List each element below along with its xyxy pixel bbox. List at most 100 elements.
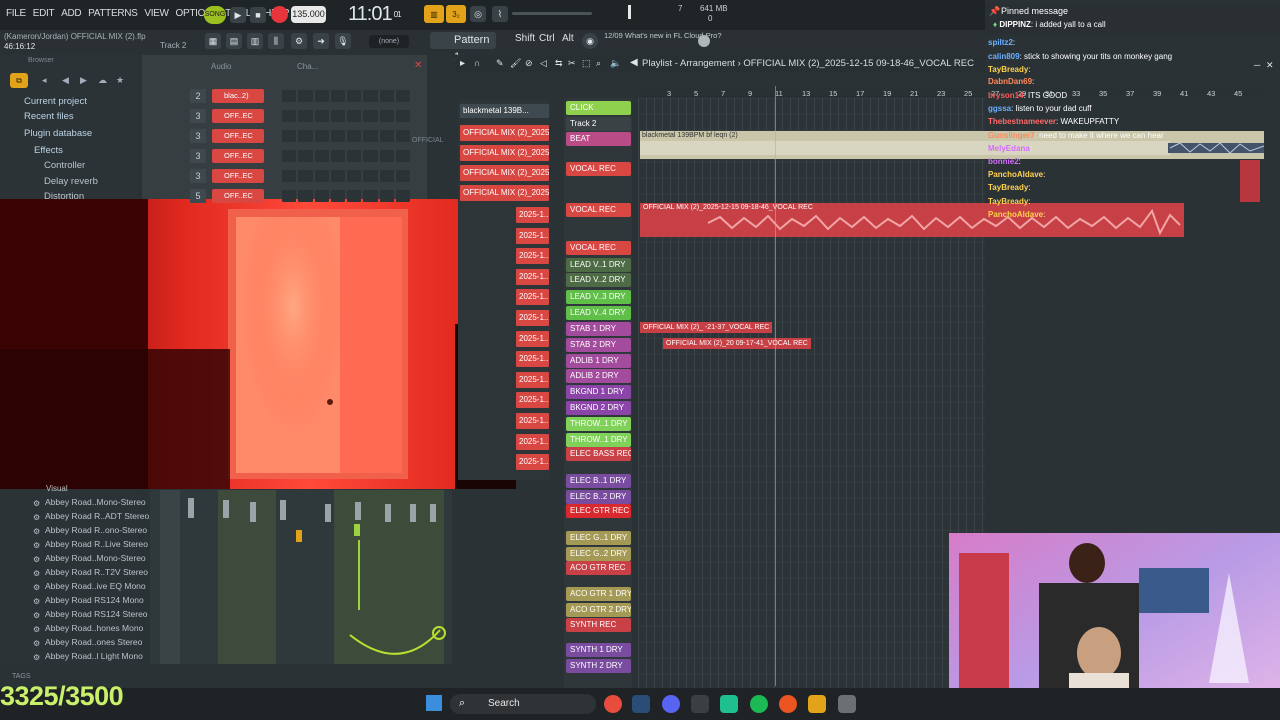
track-header[interactable]: BKGND 2 DRY	[566, 401, 631, 415]
slice-tool-icon[interactable]: ✂	[568, 58, 576, 69]
windows-start-icon[interactable]	[426, 695, 442, 711]
step-button[interactable]	[347, 150, 362, 162]
step-button[interactable]	[395, 150, 410, 162]
menu-view[interactable]: VIEW	[142, 8, 170, 19]
browser-item-controller[interactable]: Controller	[44, 160, 85, 171]
track-header[interactable]: ACO GTR 1 DRY	[566, 587, 631, 601]
step-button[interactable]	[347, 190, 362, 202]
browser-item-recent-files[interactable]: Recent files	[24, 111, 74, 122]
step-button[interactable]	[314, 130, 329, 142]
chat-username[interactable]: PanchoAldave	[988, 170, 1043, 179]
step-button[interactable]	[330, 150, 345, 162]
chat-username[interactable]: TayBready	[988, 197, 1028, 206]
piano-roll-icon[interactable]: ▤	[226, 33, 242, 49]
channel-rack-close-icon[interactable]: ✕	[414, 60, 422, 71]
step-button[interactable]	[363, 170, 378, 182]
chat-username[interactable]: bryson14	[988, 91, 1024, 100]
mic-icon[interactable]: 🎙	[335, 33, 351, 49]
alt-modifier[interactable]: Alt	[562, 33, 574, 44]
step-button[interactable]	[282, 90, 297, 102]
fx-plugin-item[interactable]: Abbey Road R..Live Stereo	[45, 539, 148, 549]
stab2-audio-clip[interactable]: OFFICIAL MIX (2)_20 09-17-41_VOCAL REC	[663, 338, 811, 349]
song-mode-toggle[interactable]: SONG	[204, 6, 226, 24]
clip-item[interactable]: 2025-1..	[516, 454, 549, 471]
channel-number[interactable]: 3	[190, 129, 206, 143]
channel-name-button[interactable]: OFF..EC	[212, 109, 264, 123]
step-button[interactable]	[363, 130, 378, 142]
chat-username[interactable]: TayBready	[988, 183, 1028, 192]
chat-username[interactable]: spiltz2	[988, 38, 1013, 47]
clip-item[interactable]: 2025-1..	[516, 310, 549, 326]
select-tool-icon[interactable]: ⬚	[582, 58, 591, 69]
slip-tool-icon[interactable]: ⇆	[555, 58, 563, 69]
track-header[interactable]: ACO GTR 2 DRY	[566, 603, 631, 617]
playlist-window-icon[interactable]: ▦	[205, 33, 221, 49]
step-button[interactable]	[347, 170, 362, 182]
step-button[interactable]	[363, 190, 378, 202]
forward-icon[interactable]: ▶	[80, 75, 87, 86]
track-header[interactable]: ELEC GTR REC	[566, 504, 631, 518]
step-button[interactable]	[298, 190, 313, 202]
step-sequencer-row[interactable]	[282, 170, 410, 182]
arrow-icon[interactable]: ➜	[313, 33, 329, 49]
track-header[interactable]: VOCAL REC	[566, 203, 631, 217]
track-header[interactable]: LEAD V..2 DRY	[566, 273, 631, 287]
chrome-icon[interactable]	[604, 695, 622, 713]
step-button[interactable]	[314, 150, 329, 162]
playlist-arrow-icon[interactable]: ▸	[460, 58, 465, 69]
channel-name-button[interactable]: OFF..EC	[212, 189, 264, 203]
channel-number[interactable]: 3	[190, 169, 206, 183]
playback-tool-icon[interactable]: 🔈	[610, 58, 621, 69]
step-button[interactable]	[298, 150, 313, 162]
clip-item[interactable]: 2025-1..	[516, 248, 549, 265]
playlist-grid[interactable]	[638, 98, 985, 688]
step-button[interactable]	[330, 90, 345, 102]
shift-modifier[interactable]: Shift	[515, 33, 535, 44]
chat-app-icon[interactable]	[720, 695, 738, 713]
window-minimize-icon[interactable]: ─	[1254, 60, 1260, 70]
browser-options-icon[interactable]: ⧉	[10, 73, 28, 88]
fx-plugin-item[interactable]: Abbey Road RS124 Stereo	[45, 609, 148, 619]
chat-username[interactable]: MelyEdana	[988, 144, 1030, 153]
track-header[interactable]: SYNTH REC	[566, 618, 631, 632]
channel-rack-icon[interactable]: ▥	[247, 33, 263, 49]
vocal-rec-clip-end[interactable]	[1240, 160, 1260, 202]
step-button[interactable]	[314, 190, 329, 202]
steam-icon[interactable]	[632, 695, 650, 713]
step-button[interactable]	[347, 90, 362, 102]
tempo-display[interactable]: 135.000	[291, 6, 326, 23]
chat-username[interactable]: calin809	[988, 52, 1020, 61]
track-header[interactable]: BKGND 1 DRY	[566, 385, 631, 399]
fx-plugin-item[interactable]: Abbey Road R..ADT Stereo	[45, 511, 149, 521]
track-header[interactable]: SYNTH 2 DRY	[566, 659, 631, 673]
step-button[interactable]	[363, 110, 378, 122]
fx-plugin-item[interactable]: Abbey Road..ive EQ Mono	[45, 581, 146, 591]
step-button[interactable]	[330, 190, 345, 202]
step-button[interactable]	[379, 190, 394, 202]
ctrl-modifier[interactable]: Ctrl	[539, 33, 555, 44]
step-button[interactable]	[314, 170, 329, 182]
mixer-icon[interactable]: ⫼	[268, 33, 284, 49]
fx-plugin-item[interactable]: Abbey Road R..T2V Stereo	[45, 567, 148, 577]
channel-rack-cha-tab[interactable]: Cha...	[297, 62, 318, 71]
clip-item[interactable]: 2025-1..	[516, 207, 549, 223]
chat-username[interactable]: bonnie2	[988, 157, 1019, 166]
track-header[interactable]: BEAT	[566, 132, 631, 146]
channel-name-button[interactable]: OFF..EC	[212, 169, 264, 183]
delete-tool-icon[interactable]: ⊘	[525, 58, 533, 69]
menu-edit[interactable]: EDIT	[31, 8, 57, 19]
track-header[interactable]: Track 2	[566, 117, 631, 131]
clip-item[interactable]: OFFICIAL MIX (2)_2025-1..	[460, 125, 549, 141]
channel-number[interactable]: 3	[190, 109, 206, 123]
track-header[interactable]: CLICK	[566, 101, 631, 115]
step-button[interactable]	[395, 130, 410, 142]
step-button[interactable]	[379, 130, 394, 142]
step-button[interactable]	[298, 130, 313, 142]
step-button[interactable]	[395, 190, 410, 202]
step-button[interactable]	[379, 110, 394, 122]
chat-username[interactable]: DabnDan69	[988, 77, 1032, 86]
fx-folder-visual[interactable]: Visual	[46, 484, 68, 493]
media-app-icon[interactable]	[779, 695, 797, 713]
mute-tool-icon[interactable]: ◁	[540, 58, 547, 69]
window-close-icon[interactable]: ✕	[1266, 60, 1274, 71]
